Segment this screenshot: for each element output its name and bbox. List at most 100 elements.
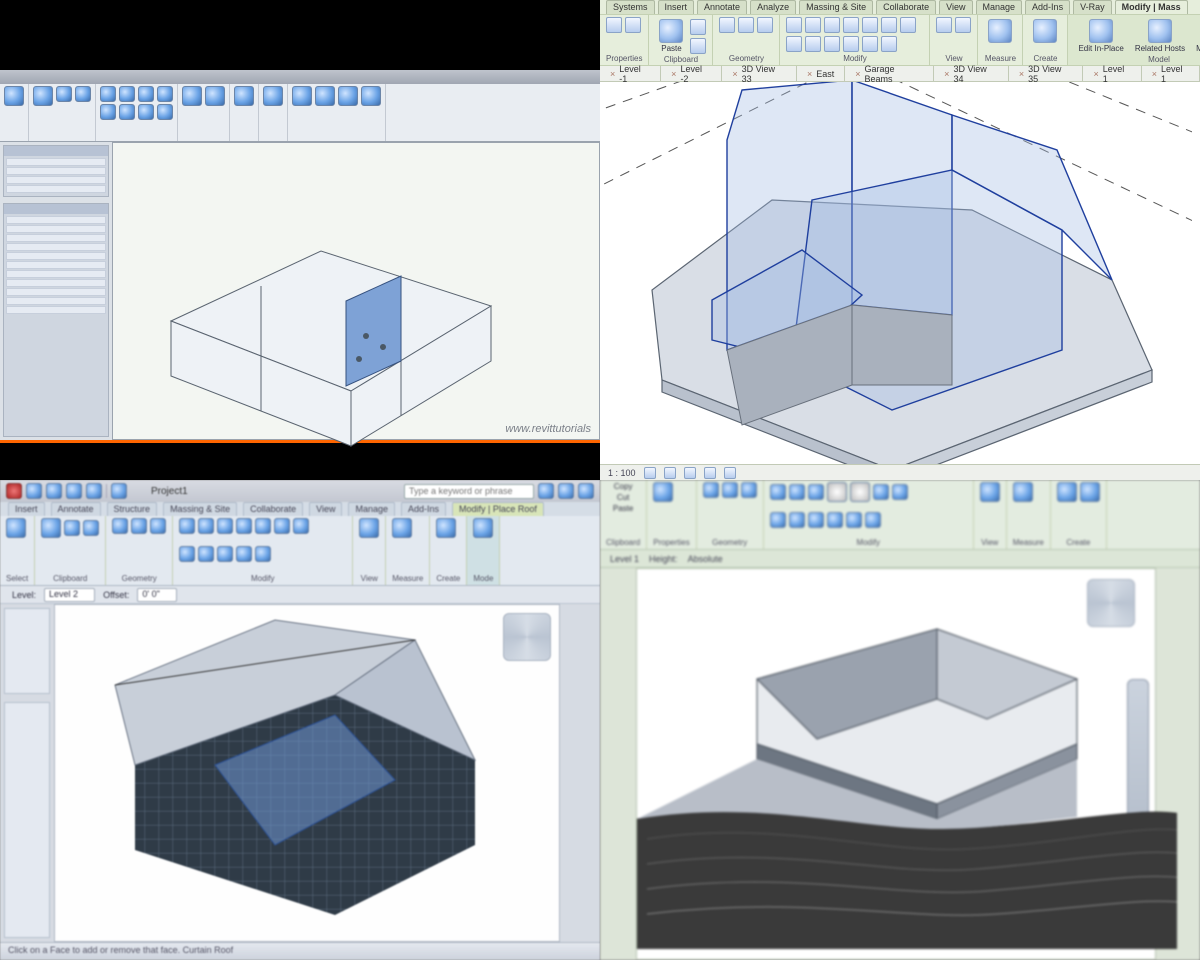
viewport-3d[interactable] xyxy=(600,82,1200,464)
measure-button[interactable] xyxy=(984,17,1016,45)
hide-icon[interactable] xyxy=(936,17,952,33)
join-icon[interactable] xyxy=(703,482,719,498)
rotate-icon[interactable] xyxy=(255,518,271,534)
align-icon[interactable] xyxy=(786,17,802,33)
tab-collaborate[interactable]: Collaborate xyxy=(243,502,303,516)
joingeom-icon[interactable] xyxy=(150,518,166,534)
pick-face-icon[interactable] xyxy=(473,518,493,538)
rotate-icon[interactable] xyxy=(881,17,897,33)
view-tab[interactable]: ×East xyxy=(797,66,845,81)
offset-input[interactable]: 0' 0" xyxy=(137,588,176,602)
create-icon[interactable] xyxy=(436,518,456,538)
project-browser[interactable] xyxy=(3,203,109,437)
measure-icon[interactable] xyxy=(263,86,283,106)
trim-icon[interactable] xyxy=(119,86,135,102)
level-select[interactable]: Level 1 xyxy=(610,554,639,564)
properties-icon[interactable] xyxy=(625,17,641,33)
view-icon[interactable] xyxy=(980,482,1000,502)
related-hosts-button[interactable]: Related Hosts xyxy=(1131,17,1189,55)
shadows-icon[interactable] xyxy=(704,467,716,479)
trim-icon[interactable] xyxy=(900,17,916,33)
override-icon[interactable] xyxy=(955,17,971,33)
align-icon[interactable] xyxy=(770,484,786,500)
split-icon[interactable] xyxy=(786,36,802,52)
unpin-icon[interactable] xyxy=(862,36,878,52)
close-icon[interactable]: × xyxy=(671,69,676,79)
view-tab[interactable]: ×3D View 34 xyxy=(934,66,1009,81)
split-icon[interactable] xyxy=(770,512,786,528)
copy-icon[interactable] xyxy=(64,520,80,536)
cope-icon[interactable] xyxy=(719,17,735,33)
tab-analyze[interactable]: Analyze xyxy=(750,0,796,14)
scale-value[interactable]: 1 : 100 xyxy=(608,468,636,478)
array-icon[interactable] xyxy=(789,512,805,528)
cut-icon[interactable] xyxy=(690,19,706,35)
print-icon[interactable] xyxy=(111,483,127,499)
mirror-icon[interactable] xyxy=(274,518,290,534)
open-icon[interactable] xyxy=(26,483,42,499)
paste-icon[interactable] xyxy=(41,518,61,538)
copy2-icon[interactable] xyxy=(236,518,252,534)
mass-floors-button[interactable]: Mass Floors xyxy=(1192,17,1200,55)
pin-icon[interactable] xyxy=(843,36,859,52)
scale-icon[interactable] xyxy=(217,546,233,562)
rotate-icon[interactable] xyxy=(808,484,824,500)
save-icon[interactable] xyxy=(46,483,62,499)
align-icon[interactable] xyxy=(100,104,116,120)
paste-icon[interactable] xyxy=(33,86,53,106)
create-icon[interactable] xyxy=(1057,482,1077,502)
window-icon[interactable] xyxy=(338,86,358,106)
tab-modify-place-roof[interactable]: Modify | Place Roof xyxy=(452,502,544,516)
create2-icon[interactable] xyxy=(1080,482,1100,502)
component-icon[interactable] xyxy=(361,86,381,106)
tab-addins[interactable]: Add-Ins xyxy=(1025,0,1070,14)
view-tab[interactable]: ×Level -2 xyxy=(661,66,722,81)
tab-insert[interactable]: Insert xyxy=(8,502,45,516)
move-icon[interactable] xyxy=(862,17,878,33)
tab-massing-site[interactable]: Massing & Site xyxy=(799,0,873,14)
mirror-icon[interactable] xyxy=(873,484,889,500)
wall-icon[interactable] xyxy=(292,86,312,106)
view-tab[interactable]: ×Level 1 xyxy=(1142,66,1200,81)
absolute-select[interactable]: Absolute xyxy=(688,554,723,564)
rotate-icon[interactable] xyxy=(205,86,225,106)
delete-icon[interactable] xyxy=(881,36,897,52)
pin-icon[interactable] xyxy=(236,546,252,562)
search-input[interactable] xyxy=(404,484,534,499)
viewgrp-icon[interactable] xyxy=(359,518,379,538)
delete-icon[interactable] xyxy=(255,546,271,562)
mirror-draw-icon[interactable] xyxy=(843,17,859,33)
view-icon[interactable] xyxy=(234,86,254,106)
move-icon[interactable] xyxy=(789,484,805,500)
copy-icon[interactable] xyxy=(75,86,91,102)
join-geom-icon[interactable] xyxy=(757,17,773,33)
close-icon[interactable]: × xyxy=(1019,69,1024,79)
cut-label[interactable]: Cut xyxy=(617,493,629,502)
properties-palette[interactable] xyxy=(4,608,50,694)
paste-label[interactable]: Paste xyxy=(613,504,633,513)
close-icon[interactable]: × xyxy=(1093,69,1098,79)
viewport-3d[interactable]: www.revittutorials xyxy=(112,142,600,440)
view-tab[interactable]: ×Level -1 xyxy=(600,66,661,81)
tab-view[interactable]: View xyxy=(939,0,972,14)
properties-palette[interactable] xyxy=(3,145,109,197)
array-icon[interactable] xyxy=(138,104,154,120)
tab-addins[interactable]: Add-Ins xyxy=(401,502,446,516)
modify-arrow-icon[interactable] xyxy=(6,518,26,538)
close-icon[interactable]: × xyxy=(855,69,860,79)
tab-annotate[interactable]: Annotate xyxy=(51,502,101,516)
array-icon[interactable] xyxy=(198,546,214,562)
tab-insert[interactable]: Insert xyxy=(658,0,695,14)
cutgeom-icon[interactable] xyxy=(131,518,147,534)
split-icon[interactable] xyxy=(138,86,154,102)
tab-manage[interactable]: Manage xyxy=(348,502,395,516)
cope-icon[interactable] xyxy=(112,518,128,534)
offset-icon[interactable] xyxy=(217,518,233,534)
detail-level-icon[interactable] xyxy=(644,467,656,479)
view-tab[interactable]: ×3D View 35 xyxy=(1009,66,1084,81)
trim-icon[interactable] xyxy=(293,518,309,534)
pin-icon[interactable] xyxy=(827,512,843,528)
crop-icon[interactable] xyxy=(724,467,736,479)
cutg-icon[interactable] xyxy=(722,482,738,498)
cut-icon[interactable] xyxy=(83,520,99,536)
